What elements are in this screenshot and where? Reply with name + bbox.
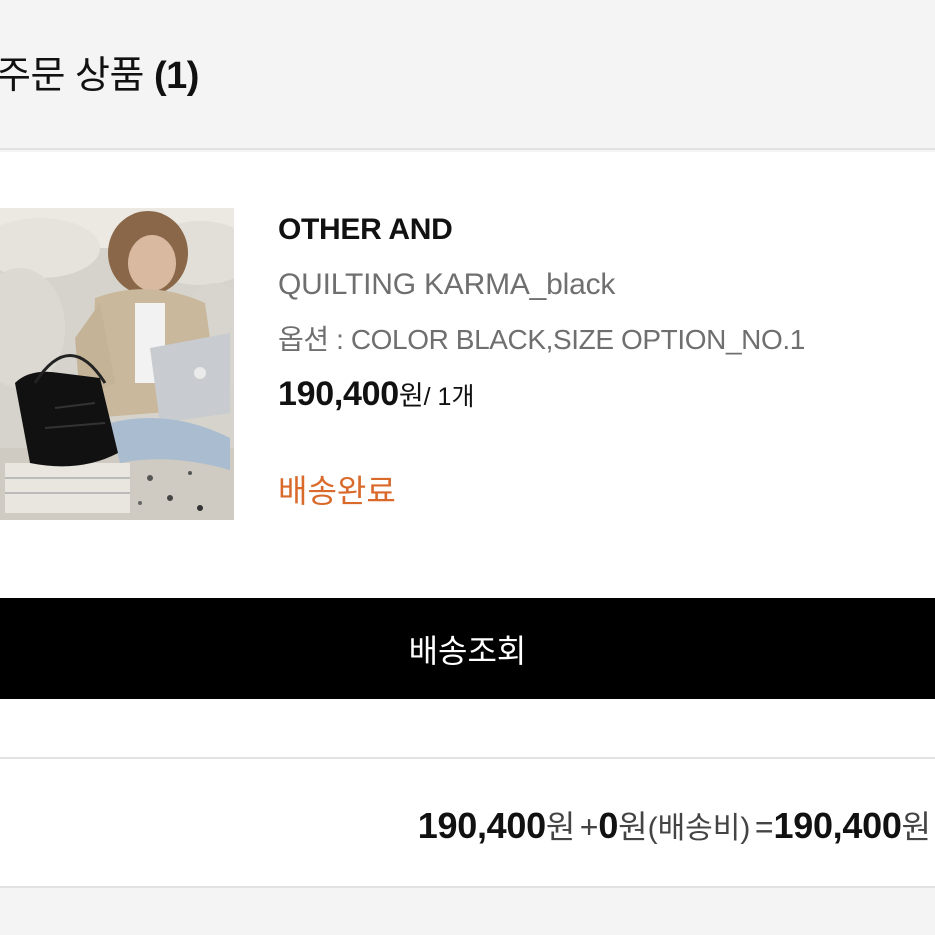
price-unit: 원 <box>398 381 424 411</box>
item-price: 190,400 <box>278 375 399 413</box>
delivery-status: 배송완료 <box>278 473 396 509</box>
product-image[interactable] <box>0 208 234 520</box>
product-photo-icon <box>0 208 234 520</box>
item-quantity: / 1개 <box>423 383 475 411</box>
price-row: 190,400원/ 1개 <box>278 371 918 417</box>
equals-sign: = <box>754 809 774 845</box>
subtotal-unit: 원 <box>545 809 576 845</box>
grand-total-amount: 190,400 <box>773 805 902 846</box>
shipping-unit: 원 <box>618 809 648 845</box>
track-shipment-button[interactable]: 배송조회 <box>0 598 935 699</box>
total-summary: 190,400원 +0원(배송비) =190,400원 <box>418 803 931 849</box>
order-total-section: 190,400원 +0원(배송비) =190,400원 <box>0 757 935 888</box>
brand-name[interactable]: OTHER AND <box>278 208 918 252</box>
page-title: 주문 상품 (1) <box>0 44 199 99</box>
plus-sign: + <box>579 809 599 845</box>
order-items-header: 주문 상품 (1) <box>0 0 935 150</box>
order-item-card: OTHER AND QUILTING KARMA_black 옵션 : COLO… <box>0 152 935 757</box>
product-info: OTHER AND QUILTING KARMA_black 옵션 : COLO… <box>278 208 918 513</box>
grand-total-unit: 원 <box>901 809 931 845</box>
product-option: 옵션 : COLOR BLACK,SIZE OPTION_NO.1 <box>278 324 805 355</box>
subtotal-amount: 190,400 <box>417 805 546 846</box>
section-title-text: 주문 상품 <box>0 55 144 97</box>
product-name[interactable]: QUILTING KARMA_black <box>278 263 918 307</box>
item-count: (1) <box>153 55 199 97</box>
shipping-label: (배송비) <box>647 812 751 845</box>
shipping-amount: 0 <box>598 805 619 846</box>
